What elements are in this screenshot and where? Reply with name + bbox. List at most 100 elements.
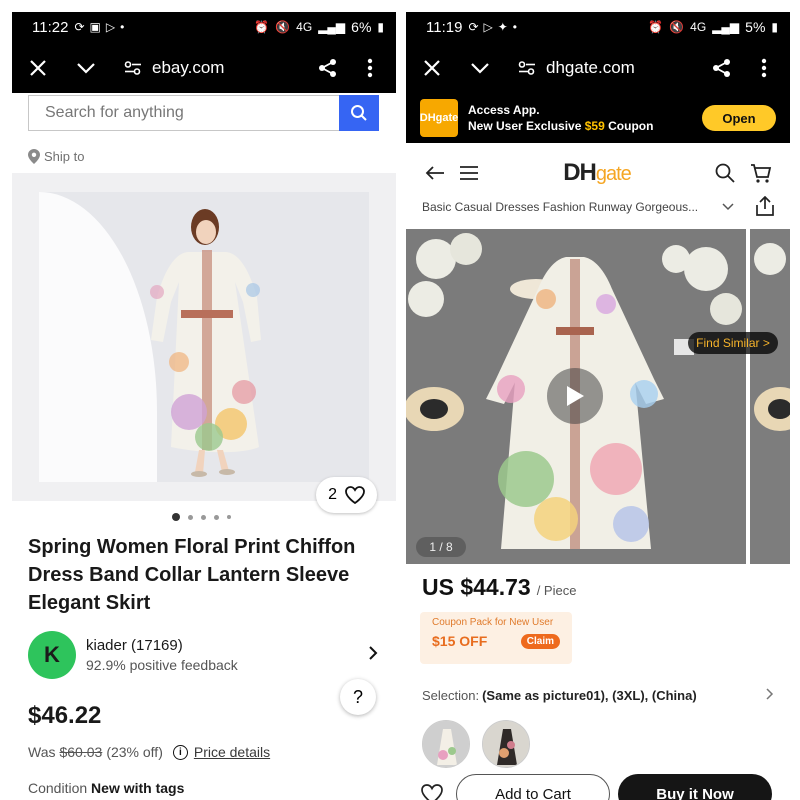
dot-icon: • — [120, 20, 125, 34]
share-icon[interactable] — [756, 195, 774, 219]
preview-image — [754, 243, 790, 431]
search-bar — [28, 95, 379, 131]
site-settings-icon — [124, 60, 141, 75]
product-price: $46.22 — [28, 702, 102, 729]
seller-avatar: K — [28, 631, 76, 679]
original-price: $60.03 — [59, 744, 103, 760]
banner-text: Access App. New User Exclusive $59 Coupo… — [468, 102, 653, 134]
carousel-dot[interactable] — [214, 514, 219, 520]
product-image-carousel[interactable] — [12, 173, 396, 501]
find-similar-button[interactable]: Find Similar > — [688, 332, 778, 354]
share-icon[interactable] — [710, 56, 734, 80]
coupon-row: $15 OFF Claim — [432, 633, 560, 649]
dhgate-screen: 11:19 ⟳ ▷ ✦ • ⏰ 🔇 4G ▂▄▆ 5% ▮ dhgate.com — [406, 12, 790, 800]
next-image-preview[interactable] — [750, 229, 790, 564]
condition-label: Condition — [28, 780, 88, 796]
selection-row[interactable]: Selection: (Same as picture01), (3XL), (… — [422, 688, 774, 703]
wishlist-heart-icon[interactable] — [420, 784, 444, 800]
carousel-dot[interactable] — [227, 515, 231, 519]
sync-icon: ⟳ — [74, 20, 85, 34]
was-label: Was — [28, 744, 56, 760]
chevron-right-icon[interactable] — [368, 644, 378, 667]
selection-label: Selection: — [422, 688, 480, 703]
seller-feedback: 92.9% positive feedback — [86, 657, 238, 673]
network-label: 4G — [296, 20, 313, 34]
condition-value: New with tags — [91, 780, 185, 796]
breadcrumb-title: Basic Casual Dresses Fashion Runway Gorg… — [422, 200, 699, 214]
add-to-cart-button[interactable]: Add to Cart — [456, 774, 610, 800]
product-image-carousel[interactable]: 1 / 8 — [406, 229, 746, 564]
more-options-icon[interactable] — [358, 56, 382, 80]
carousel-dots — [172, 513, 231, 521]
site-settings-icon — [518, 60, 535, 75]
price-row: US $44.73 / Piece — [422, 574, 576, 601]
battery-icon: ▮ — [771, 20, 778, 34]
action-bar: Add to Cart Buy it Now — [420, 774, 776, 800]
play-video-button[interactable] — [547, 368, 603, 424]
help-button[interactable]: ? — [340, 679, 376, 715]
share-icon[interactable] — [316, 56, 340, 80]
notification-icons: ⟳ ▣ ▷ • — [74, 20, 124, 34]
variant-image — [483, 721, 529, 767]
ship-to-link[interactable]: Ship to — [28, 149, 396, 164]
network-label: 4G — [690, 20, 707, 34]
alarm-icon: ⏰ — [254, 20, 270, 34]
more-options-icon[interactable] — [752, 56, 776, 80]
watchlist-button[interactable]: 2 — [316, 477, 377, 513]
cart-icon[interactable] — [748, 160, 774, 186]
back-arrow-icon[interactable] — [422, 160, 448, 186]
play-icon — [567, 386, 584, 406]
battery-percent: 6% — [351, 19, 372, 35]
browser-toolbar: dhgate.com — [406, 42, 790, 93]
open-app-button[interactable]: Open — [702, 105, 776, 131]
dot-icon: • — [512, 20, 517, 34]
status-time: 11:22 — [32, 18, 69, 36]
close-icon[interactable] — [420, 56, 444, 80]
banner-offer-prefix: New User Exclusive — [468, 119, 582, 133]
address-bar[interactable]: ebay.com — [124, 58, 224, 78]
variant-image — [423, 721, 469, 767]
notification-icons: ⟳ ▷ ✦ • — [468, 20, 517, 34]
address-bar[interactable]: dhgate.com — [518, 58, 635, 78]
gallery-icon: ▣ — [89, 20, 101, 34]
carousel-dot[interactable] — [201, 514, 206, 520]
coupon-card[interactable]: Coupon Pack for New User $15 OFF Claim — [420, 612, 572, 664]
search-button[interactable] — [339, 95, 379, 131]
banner-offer-suffix: Coupon — [608, 119, 654, 133]
info-icon[interactable]: i — [172, 744, 188, 760]
price-unit: / Piece — [536, 583, 577, 598]
search-icon[interactable] — [712, 160, 738, 186]
status-time: 11:19 — [426, 18, 463, 36]
coupon-title: Coupon Pack for New User — [432, 617, 554, 628]
dhgate-logo[interactable]: DHgate — [482, 159, 712, 187]
search-input[interactable] — [28, 95, 339, 131]
buy-it-now-button[interactable]: Buy it Now — [618, 774, 772, 800]
variant-thumbnail[interactable] — [482, 720, 530, 768]
search-icon — [351, 105, 367, 121]
seller-name: kiader (17169) — [86, 637, 183, 654]
logo-gate: gate — [595, 163, 632, 185]
claim-button[interactable]: Claim — [520, 633, 560, 649]
site-header: DHgate — [406, 151, 790, 195]
discount-percent: (23% off) — [106, 744, 163, 760]
signal-icon: ▂▄▆ — [318, 20, 346, 34]
close-icon[interactable] — [26, 56, 50, 80]
url-text: dhgate.com — [546, 57, 635, 77]
seller-card[interactable]: K kiader (17169) 92.9% positive feedback — [28, 631, 378, 679]
chevron-right-icon — [766, 688, 774, 703]
carousel-dot[interactable] — [172, 513, 180, 521]
status-bar: 11:22 ⟳ ▣ ▷ • ⏰ 🔇 4G ▂▄▆ 6% ▮ — [12, 12, 396, 42]
chevron-down-icon[interactable] — [74, 56, 98, 80]
mute-icon: 🔇 — [275, 20, 291, 34]
chevron-down-icon[interactable] — [722, 200, 734, 214]
browser-toolbar: ebay.com — [12, 42, 396, 93]
chevron-down-icon[interactable] — [468, 56, 492, 80]
carousel-dot[interactable] — [188, 514, 193, 520]
product-image — [39, 192, 369, 482]
price-details-link[interactable]: Price details — [194, 744, 270, 760]
variant-thumbnail[interactable] — [422, 720, 470, 768]
mute-icon: 🔇 — [669, 20, 685, 34]
spark-icon: ✦ — [497, 20, 508, 34]
menu-icon[interactable] — [456, 160, 482, 186]
ship-to-label: Ship to — [44, 149, 85, 164]
